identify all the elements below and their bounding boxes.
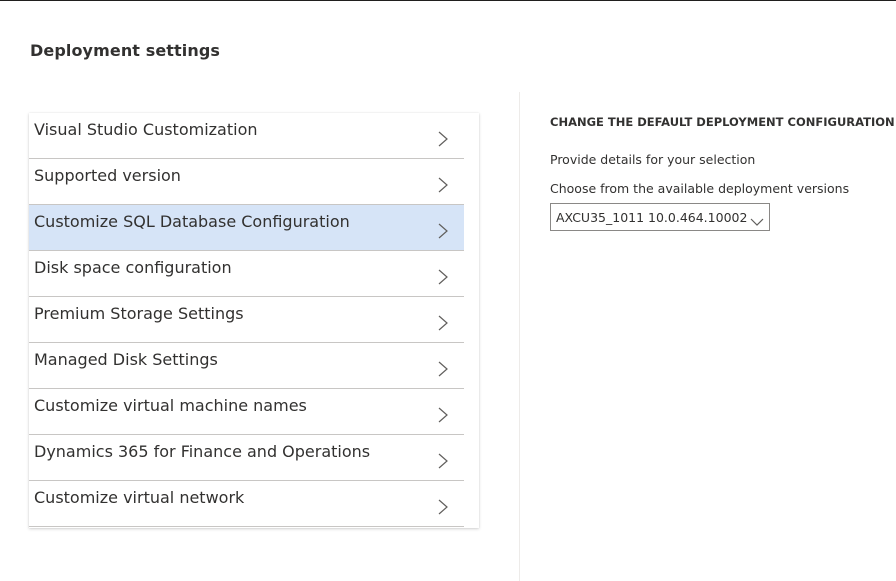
version-field-label: Choose from the available deployment ver… — [550, 181, 850, 196]
deployment-version-dropdown[interactable]: AXCU35_1011 10.0.464.10002 — [550, 203, 770, 231]
chevron-right-icon — [437, 222, 449, 240]
nav-item-label: Supported version — [34, 166, 181, 185]
chevron-right-icon — [437, 314, 449, 332]
chevron-right-icon — [437, 130, 449, 148]
nav-item-managed-disk-settings[interactable]: Managed Disk Settings — [29, 343, 464, 389]
nav-item-customize-virtual-machine-names[interactable]: Customize virtual machine names — [29, 389, 464, 435]
chevron-right-icon — [437, 406, 449, 424]
nav-item-label: Customize SQL Database Configuration — [34, 212, 350, 231]
chevron-right-icon — [437, 360, 449, 378]
nav-item-visual-studio-customization[interactable]: Visual Studio Customization — [29, 113, 464, 159]
nav-item-label: Dynamics 365 for Finance and Operations — [34, 442, 371, 461]
nav-item-label: Visual Studio Customization — [34, 120, 258, 139]
nav-item-premium-storage-settings[interactable]: Premium Storage Settings — [29, 297, 464, 343]
helper-text: Provide details for your selection — [550, 152, 756, 167]
page-title: Deployment settings — [30, 41, 221, 60]
nav-item-label: Customize virtual machine names — [34, 396, 307, 415]
nav-item-label: Premium Storage Settings — [34, 304, 244, 323]
chevron-right-icon — [437, 498, 449, 516]
nav-item-customize-virtual-network[interactable]: Customize virtual network — [29, 481, 464, 527]
settings-nav-list: Visual Studio Customization Supported ve… — [29, 113, 479, 528]
deployment-version-value: AXCU35_1011 10.0.464.10002 — [556, 210, 748, 225]
nav-item-supported-version[interactable]: Supported version — [29, 159, 464, 205]
nav-item-dynamics-365-finance-operations[interactable]: Dynamics 365 for Finance and Operations — [29, 435, 464, 481]
nav-item-customize-sql-database-configuration[interactable]: Customize SQL Database Configuration — [29, 205, 464, 251]
nav-item-label: Disk space configuration — [34, 258, 232, 277]
nav-item-label: Customize virtual network — [34, 488, 245, 507]
chevron-right-icon — [437, 268, 449, 286]
nav-item-disk-space-configuration[interactable]: Disk space configuration — [29, 251, 464, 297]
chevron-down-icon — [750, 212, 764, 226]
nav-item-label: Managed Disk Settings — [34, 350, 218, 369]
chevron-right-icon — [437, 452, 449, 470]
section-heading: CHANGE THE DEFAULT DEPLOYMENT CONFIGURAT… — [550, 115, 895, 129]
chevron-right-icon — [437, 176, 449, 194]
panel-divider — [519, 92, 520, 581]
window-top-border — [0, 0, 896, 1]
